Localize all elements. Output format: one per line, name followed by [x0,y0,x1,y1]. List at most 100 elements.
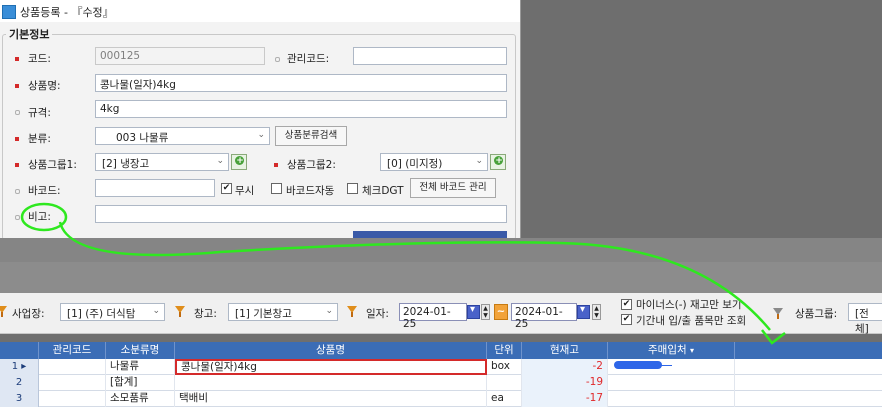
group1-label: 상품그룹1: [28,159,77,171]
grid-header: 관리코드 소분류명 상품명 단위 현재고 주매입처 ▾ [0,342,882,359]
date-to-field[interactable]: 2024-01-25 [511,303,577,330]
product-group-select[interactable]: [전체] [848,303,882,335]
required-marker [274,163,278,167]
ignore-checkbox[interactable]: ✔ [221,183,232,194]
barcode-label: 바코드: [28,185,61,197]
optional-marker [15,110,20,115]
product-name-cell[interactable] [175,375,487,391]
category-search-button[interactable]: 상품분류검색 [275,126,347,146]
product-edit-dialog: 상품등록 - 『수정』 기본정보 코드: 000125 관리코드: 상품명: 콩… [0,0,521,240]
mgmt-code-cell[interactable] [39,391,106,407]
warehouse-select[interactable]: [1] 기본창고 ⌄ [228,303,338,321]
subcategory-cell[interactable]: 나물류 [106,359,175,375]
table-row[interactable]: 1 ▸ 나물류 콩나물(일자)4kg box -2 [0,359,882,375]
mgmt-code-label: 관리코드: [287,53,330,65]
optional-marker [15,215,20,220]
group1-value: [2] 냉장고 [102,158,150,170]
group2-label: 상품그룹2: [287,159,336,171]
product-name-cell[interactable]: 콩나물(일자)4kg [175,359,487,375]
subcategory-cell[interactable]: [합계] [106,375,175,391]
stock-cell[interactable]: -19 [522,375,608,391]
barcode-auto-checkbox[interactable] [271,183,282,194]
basic-info-group-title: 기본정보 [6,26,53,42]
ignore-label: 무시 [235,185,255,197]
vendor-cell[interactable] [608,391,735,407]
period-io-label: 기간내 입/출 품목만 조회 [636,315,747,327]
table-row[interactable]: 3 소모품류 택배비 ea -17 [0,391,882,407]
date-spin-button[interactable]: ▲ ▼ [592,304,601,320]
product-name-cell[interactable]: 택배비 [175,391,487,407]
mgmt-code-cell[interactable] [39,359,106,375]
group2-value: [0] (미지정) [387,158,443,170]
warehouse-label: 창고: [194,308,217,320]
chevron-down-icon: ⌄ [257,130,265,140]
background-area [521,0,882,238]
row-indicator-header [0,342,39,359]
chevron-down-icon: ⌄ [216,156,224,166]
required-marker [15,163,19,167]
group1-select[interactable]: [2] 냉장고 ⌄ [95,153,229,171]
code-field[interactable]: 000125 [95,47,265,65]
mgmt-code-cell[interactable] [39,375,106,391]
period-io-checkbox[interactable]: ✔ [621,314,632,325]
memo-field[interactable] [95,205,507,223]
subcategory-cell[interactable]: 소모품류 [106,391,175,407]
unit-cell[interactable]: box [487,359,522,375]
calendar-dropdown-icon[interactable] [577,304,590,319]
column-header[interactable]: 주매입처 ▾ [608,342,735,359]
add-group2-button[interactable] [490,154,506,170]
column-header[interactable]: 현재고 [522,342,608,359]
add-group1-button[interactable] [231,154,247,170]
column-header[interactable]: 관리코드 [39,342,106,359]
vendor-cell[interactable] [608,375,735,391]
category-label: 분류: [28,133,51,145]
row-number: 1 ▸ [0,359,39,375]
check-dgt-checkbox[interactable] [347,183,358,194]
unit-cell[interactable] [487,375,522,391]
barcode-auto-label: 바코드자동 [286,185,335,197]
optional-marker [275,57,280,62]
calendar-dropdown-icon[interactable] [467,304,480,319]
business-value: [1] (주) 더식탐 [67,308,136,320]
required-marker [15,84,19,88]
spec-label: 규격: [28,107,51,119]
background-band [0,262,882,293]
barcode-field[interactable] [95,179,215,197]
minus-stock-label: 마이너스(-) 재고만 보기 [636,299,742,311]
code-label: 코드: [28,53,51,65]
category-select[interactable]: 003 나물류 ⌄ [95,127,270,145]
business-select[interactable]: [1] (주) 더식탐 ⌄ [60,303,165,321]
spec-field[interactable]: 4kg [95,100,507,118]
product-group-label: 상품그룹: [795,308,838,320]
filter-toolbar: 사업장: [1] (주) 더식탐 ⌄ 창고: [1] 기본창고 ⌄ 일자: 2024… [0,293,882,335]
row-number: 3 [0,391,39,407]
optional-marker [15,189,20,194]
product-name-label: 상품명: [28,80,61,92]
column-header[interactable]: 소분류명 [106,342,175,359]
app-icon [2,5,16,19]
category-value: 003 나물류 [116,132,169,144]
minus-stock-checkbox[interactable]: ✔ [621,299,632,310]
required-marker [15,137,19,141]
unit-cell[interactable]: ea [487,391,522,407]
date-spin-button[interactable]: ▲ ▼ [481,304,490,320]
group2-select[interactable]: [0] (미지정) ⌄ [380,153,488,171]
date-from-field[interactable]: 2024-01-25 [399,303,467,330]
product-name-field[interactable]: 콩나물(일자)4kg [95,74,507,92]
date-label: 일자: [366,308,389,320]
column-header[interactable]: 상품명 [175,342,487,359]
table-row[interactable]: 2 [합계] -19 [0,375,882,391]
filter-icon [773,308,783,319]
stock-cell[interactable]: -17 [522,391,608,407]
dialog-title: 상품등록 - 『수정』 [20,6,114,19]
stock-cell[interactable]: -2 [522,359,608,375]
chevron-down-icon: ▾ [689,346,694,355]
filter-icon [347,306,357,317]
redaction-scribble [614,361,672,369]
all-barcode-button[interactable]: 전체 바코드 관리 [410,178,496,198]
mgmt-code-field[interactable] [353,47,507,65]
row-number: 2 [0,375,39,391]
memo-label: 비고: [28,211,51,223]
column-header[interactable]: 단위 [487,342,522,359]
filter-icon [175,306,185,317]
